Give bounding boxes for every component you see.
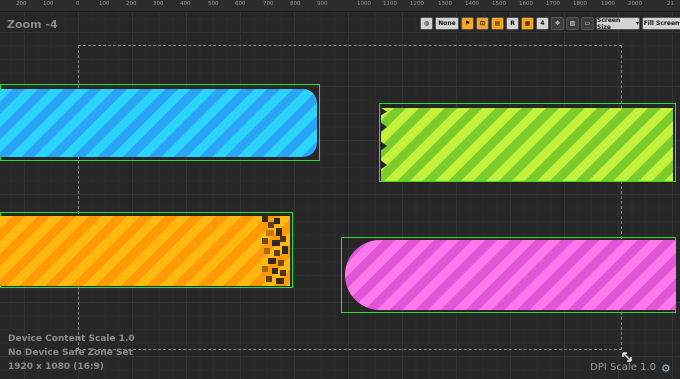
background-image-icon[interactable]: ▨ [566,17,579,30]
ruler-label: 100 [99,1,110,7]
none-label: None [438,20,456,27]
ruler-label: 300 [153,1,164,7]
flag-icon[interactable]: ⚑ [461,17,474,30]
ruler-label: 1500 [492,1,506,7]
device-content-scale: Device Content Scale 1.0 [8,334,135,344]
lime-progress-bar[interactable] [381,108,673,181]
resolution-label: 1920 x 1080 (16:9) [8,362,104,372]
ruler-label: 600 [235,1,246,7]
ruler-label: 1800 [573,1,587,7]
screen-size-icon[interactable]: ▭ [581,17,594,30]
arrange-icon[interactable]: ✥ [551,17,564,30]
ruler-label: 1000 [357,1,371,7]
ruler-label: 200 [16,1,27,7]
respect-locks-button[interactable]: R [506,17,519,30]
r-label: R [510,20,515,27]
grid-snap-icon[interactable]: ▦ [521,17,534,30]
ruler-label: 1300 [438,1,452,7]
orange-progress-bar[interactable] [0,216,290,286]
ruler-label: 21 [667,1,674,7]
fill-screen-dropdown[interactable]: Fill Screen▾ [642,17,680,30]
ruler-label: 1200 [410,1,424,7]
grid-size-value[interactable]: 4 [536,17,549,30]
lock-icon[interactable]: ⊡ [476,17,489,30]
gear-icon[interactable]: ⚙ [661,363,672,374]
ruler-label: 1600 [519,1,533,7]
screen-size-label: Screen Size [597,16,621,31]
fill-screen-label: Fill Screen [643,20,680,27]
ruler-label: 800 [290,1,301,7]
ruler-label: 900 [317,1,328,7]
ruler-label: 1900 [601,1,615,7]
pink-progress-bar[interactable] [345,240,676,310]
ruler-label: 400 [180,1,191,7]
ruler-label: 700 [263,1,274,7]
blue-progress-bar[interactable] [0,89,317,157]
ruler-label: 1400 [465,1,479,7]
outline-toggle-icon[interactable]: ▤ [491,17,504,30]
pixel-dissolve-edge [262,216,288,284]
safe-zone-status: No Device Safe Zone Set [8,348,133,358]
screen-size-dropdown[interactable]: Screen Size ▾ [596,16,640,31]
ruler-label: 0 [76,1,80,7]
ruler-label: 100 [43,1,54,7]
ruler-label: 2000 [628,1,642,7]
ruler-label: 200 [126,1,137,7]
localization-preview-dropdown[interactable]: None [435,17,459,30]
zoom-label: Zoom -4 [7,18,58,31]
viewport-toolbar: ◍ None ⚑ ⊡ ▤ R ▦ 4 ✥ ▨ ▭ Screen Size ▾ Fi… [418,16,680,31]
chevron-down-icon: ▾ [635,20,639,27]
ruler-label: 500 [208,1,219,7]
ruler-label: 1100 [383,1,397,7]
horizontal-ruler: 200 100 0 100 200 300 400 500 600 700 80… [0,0,680,12]
globe-icon[interactable]: ◍ [420,17,433,30]
dpi-scale-label: DPI Scale 1.0 [590,362,656,373]
grid-value-label: 4 [540,20,545,27]
ruler-label: 1700 [546,1,560,7]
